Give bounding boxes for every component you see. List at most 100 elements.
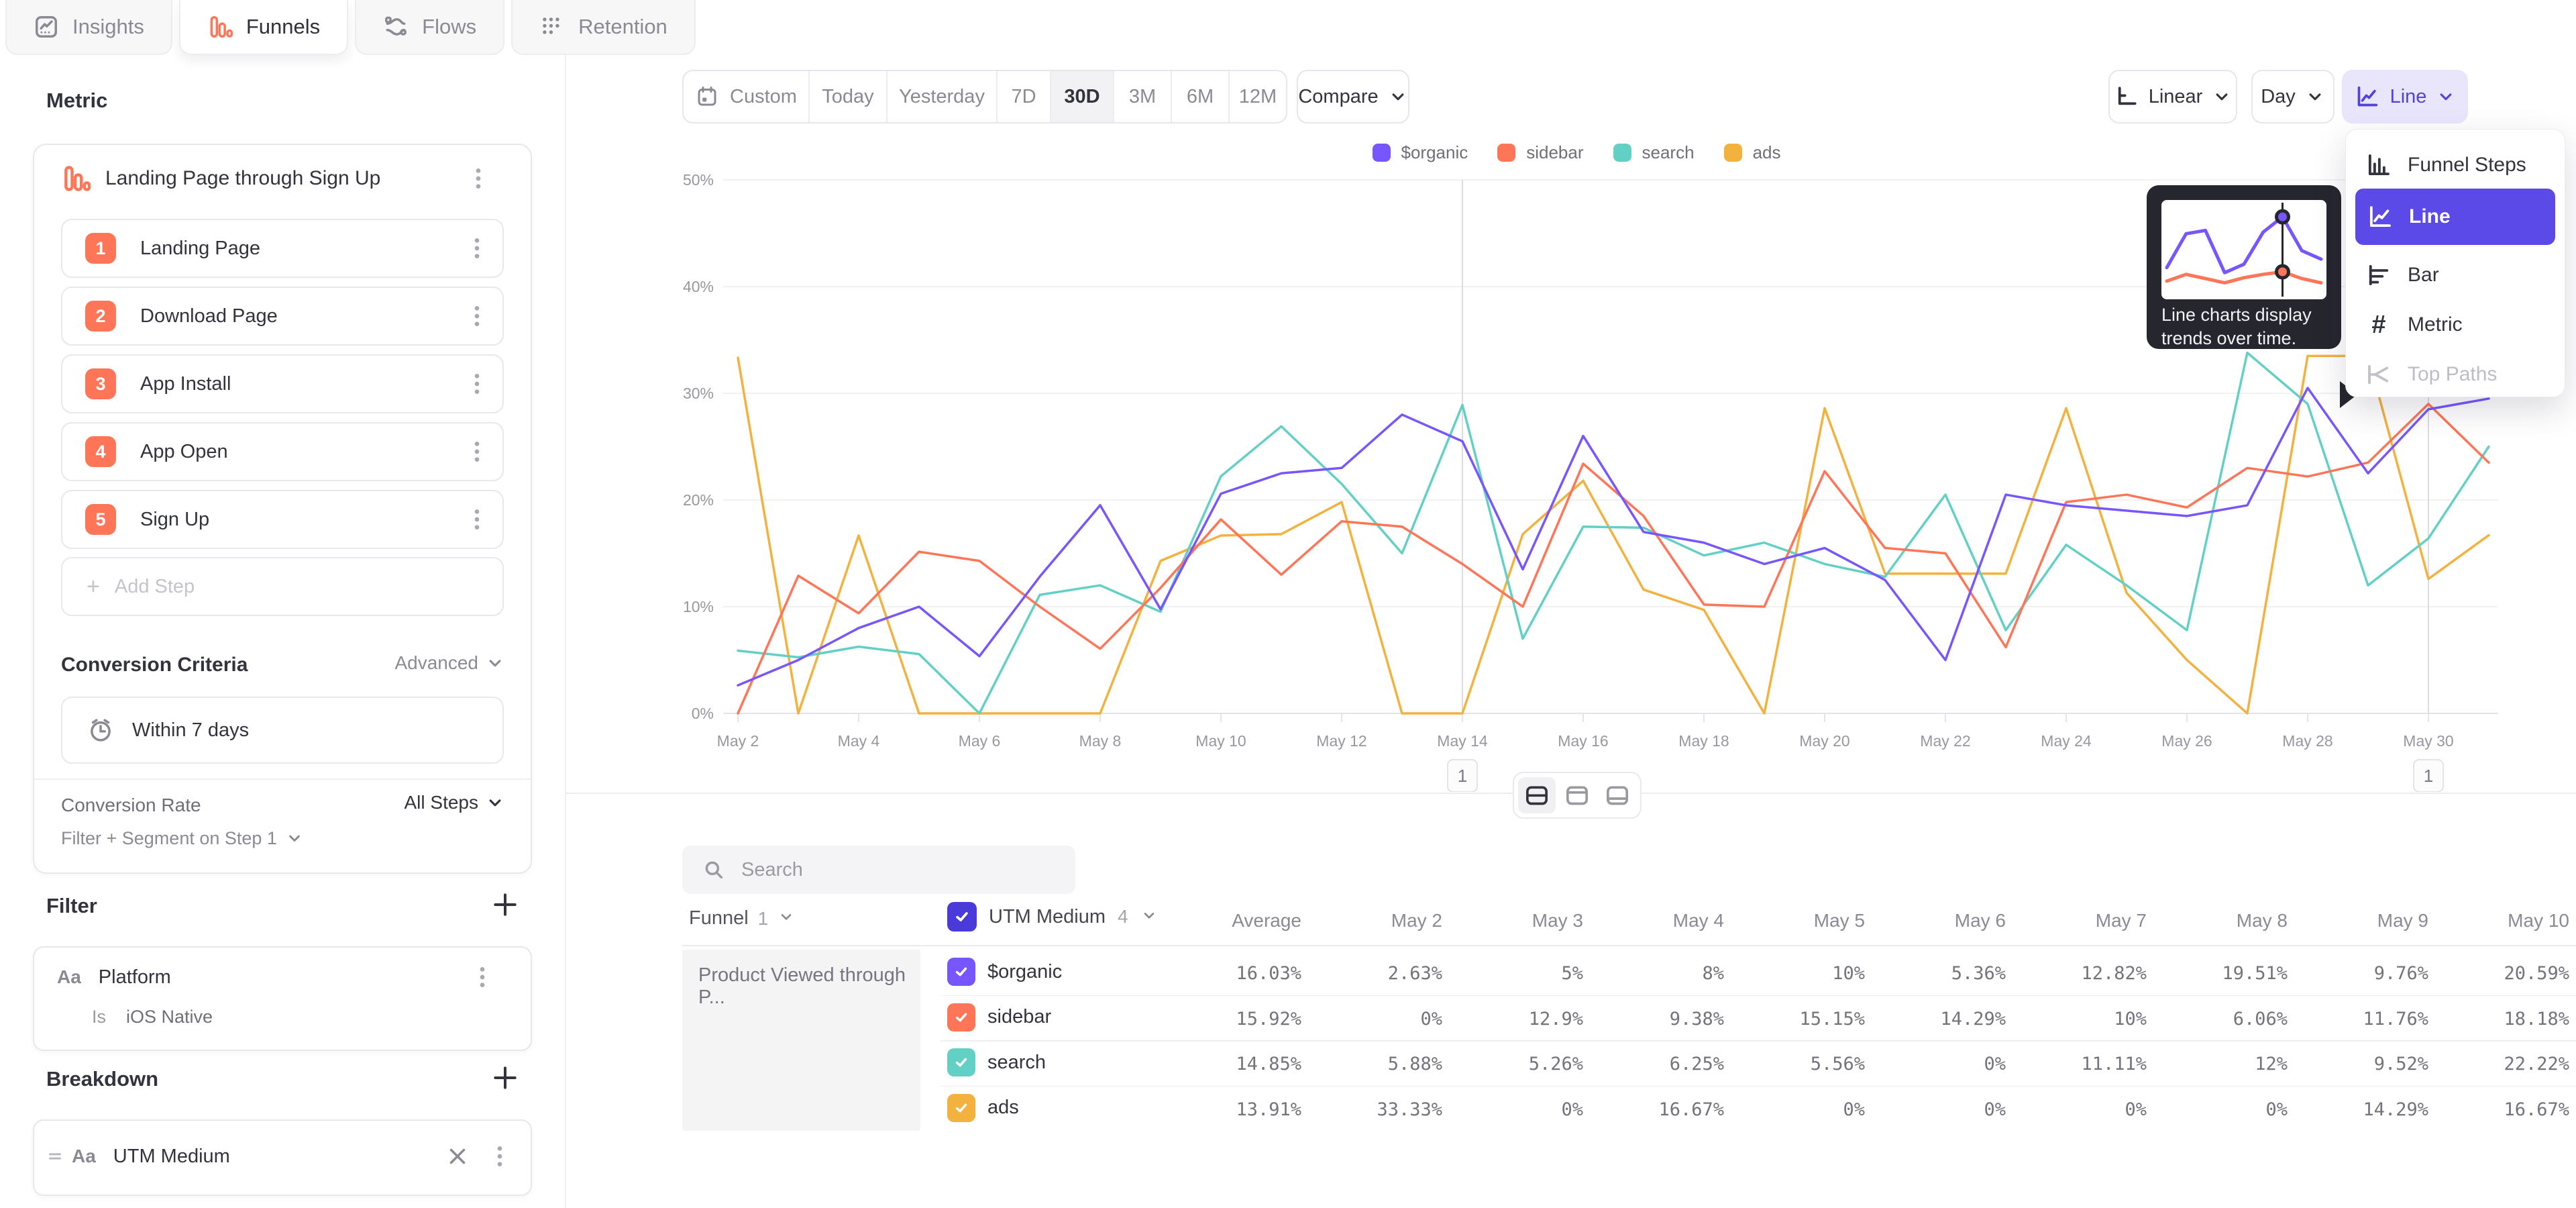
series-line-ads[interactable]	[738, 356, 2489, 713]
compare-button[interactable]: Compare	[1297, 70, 1409, 123]
segment-header-count: 4	[1118, 906, 1128, 927]
svg-text:May 4: May 4	[838, 732, 880, 750]
kebab-menu-icon[interactable]	[464, 235, 490, 262]
split-view-button[interactable]	[1518, 777, 1556, 813]
funnel-step-2[interactable]: 2Download Page	[61, 287, 504, 346]
filter-segment-dropdown[interactable]: Filter + Segment on Step 1	[61, 828, 305, 849]
breakdown-card: Aa UTM Medium	[33, 1119, 532, 1196]
column-header-may-8[interactable]: May 8	[2153, 910, 2288, 932]
kebab-icon	[469, 964, 496, 991]
range-7d[interactable]: 7D	[998, 71, 1051, 122]
column-header-may-10[interactable]: May 10	[2435, 910, 2569, 932]
legend-item-search[interactable]: search	[1613, 142, 1695, 163]
filter-property[interactable]: Platform	[99, 966, 469, 989]
add-filter-button[interactable]	[490, 890, 520, 919]
kebab-menu-icon[interactable]	[464, 438, 490, 465]
chart-type-menu: Funnel StepsLineBar#MetricTop Paths	[2345, 129, 2565, 397]
column-header-average[interactable]: Average	[1167, 910, 1301, 932]
menu-item-line[interactable]: Line	[2355, 189, 2555, 245]
search-input[interactable]	[740, 858, 1038, 882]
column-header-may-3[interactable]: May 3	[1449, 910, 1583, 932]
tab-label: Flows	[422, 15, 476, 39]
filter-value[interactable]: iOS Native	[126, 1007, 213, 1027]
menu-item-bar[interactable]: Bar	[2346, 254, 2565, 296]
range-today[interactable]: Today	[810, 71, 888, 122]
close-icon[interactable]	[445, 1144, 470, 1169]
row-checkbox[interactable]	[947, 958, 975, 986]
check-icon	[952, 1053, 971, 1072]
drag-handle-icon[interactable]	[45, 1146, 65, 1166]
tab-insights[interactable]: Insights	[5, 0, 172, 55]
svg-text:20%: 20%	[683, 491, 714, 509]
scale-button[interactable]: Linear	[2108, 70, 2237, 123]
cell-value: 10%	[1717, 963, 1865, 984]
kebab-menu-icon[interactable]	[469, 964, 496, 991]
range-12m[interactable]: 12M	[1230, 71, 1286, 122]
column-header-may-5[interactable]: May 5	[1731, 910, 1865, 932]
range-3m[interactable]: 3M	[1114, 71, 1172, 122]
cell-value: 15.15%	[1717, 1009, 1865, 1029]
step-number-badge: 3	[85, 368, 116, 399]
column-header-may-7[interactable]: May 7	[2012, 910, 2147, 932]
range-yesterday[interactable]: Yesterday	[888, 71, 998, 122]
chart-type-button[interactable]: Line	[2342, 70, 2468, 123]
tab-flows[interactable]: Flows	[355, 0, 504, 55]
row-checkbox[interactable]	[947, 1094, 975, 1122]
table-only-view-button[interactable]	[1599, 777, 1636, 813]
breakdown-property[interactable]: UTM Medium	[113, 1146, 445, 1168]
step-label: Sign Up	[140, 509, 464, 531]
conversion-window[interactable]: Within 7 days	[61, 697, 504, 764]
filter-card: Aa Platform Is iOS Native	[33, 946, 532, 1051]
svg-text:May 22: May 22	[1920, 732, 1970, 750]
header-checkbox[interactable]	[947, 902, 977, 932]
cell-value: 16.03%	[1154, 963, 1301, 984]
tab-retention[interactable]: Retention	[511, 0, 696, 55]
cell-value: 18.18%	[2422, 1009, 2569, 1029]
kebab-icon	[465, 165, 492, 192]
add-step-button[interactable]: + Add Step	[61, 557, 504, 616]
funnel-step-4[interactable]: 4App Open	[61, 422, 504, 481]
kebab-menu-icon[interactable]	[464, 303, 490, 330]
table-search[interactable]	[682, 846, 1075, 894]
kebab-menu-icon[interactable]	[486, 1143, 513, 1170]
legend-item-sidebar[interactable]: sidebar	[1497, 142, 1583, 163]
legend-item-ads[interactable]: ads	[1724, 142, 1781, 163]
funnel-step-3[interactable]: 3App Install	[61, 354, 504, 413]
range-label: 7D	[1011, 86, 1036, 108]
step-number-badge: 1	[85, 233, 116, 264]
legend-item-organic[interactable]: $organic	[1373, 142, 1468, 163]
add-breakdown-button[interactable]	[490, 1063, 520, 1093]
funnel-title: Landing Page through Sign Up	[105, 167, 465, 190]
kebab-menu-icon[interactable]	[465, 165, 492, 192]
menu-item-funnel-steps[interactable]: Funnel Steps	[2346, 144, 2565, 186]
range-custom[interactable]: Custom	[684, 71, 810, 122]
cell-value: 20.59%	[2422, 963, 2569, 984]
column-header-may-6[interactable]: May 6	[1872, 910, 2006, 932]
funnel-cell[interactable]: Product Viewed through P...	[682, 950, 920, 1131]
funnel-step-5[interactable]: 5Sign Up	[61, 490, 504, 549]
tab-funnels[interactable]: Funnels	[179, 0, 348, 55]
range-30d[interactable]: 30D	[1051, 71, 1114, 122]
column-header-may-9[interactable]: May 9	[2294, 910, 2428, 932]
segment-column-header[interactable]: UTM Medium4	[947, 902, 1158, 932]
row-checkbox[interactable]	[947, 1048, 975, 1076]
menu-item-metric[interactable]: #Metric	[2346, 304, 2565, 346]
funnel-column-header[interactable]: Funnel1	[689, 907, 795, 929]
row-checkbox[interactable]	[947, 1003, 975, 1031]
filter-operator[interactable]: Is	[92, 1007, 106, 1027]
funnel-step-1[interactable]: 1Landing Page	[61, 219, 504, 278]
kebab-menu-icon[interactable]	[464, 370, 490, 397]
svg-text:May 6: May 6	[959, 732, 1001, 750]
chart-only-view-button[interactable]	[1558, 777, 1596, 813]
advanced-dropdown[interactable]: Advanced	[394, 652, 505, 674]
granularity-button[interactable]: Day	[2251, 70, 2334, 123]
column-header-may-4[interactable]: May 4	[1590, 910, 1724, 932]
funnel-header-count: 1	[758, 908, 769, 929]
range-label: 3M	[1129, 86, 1156, 108]
row-divider	[941, 995, 2576, 997]
svg-text:10%: 10%	[683, 598, 714, 615]
range-6m[interactable]: 6M	[1172, 71, 1230, 122]
conversion-rate-dropdown[interactable]: All Steps	[405, 792, 506, 813]
kebab-menu-icon[interactable]	[464, 506, 490, 533]
column-header-may-2[interactable]: May 2	[1308, 910, 1442, 932]
